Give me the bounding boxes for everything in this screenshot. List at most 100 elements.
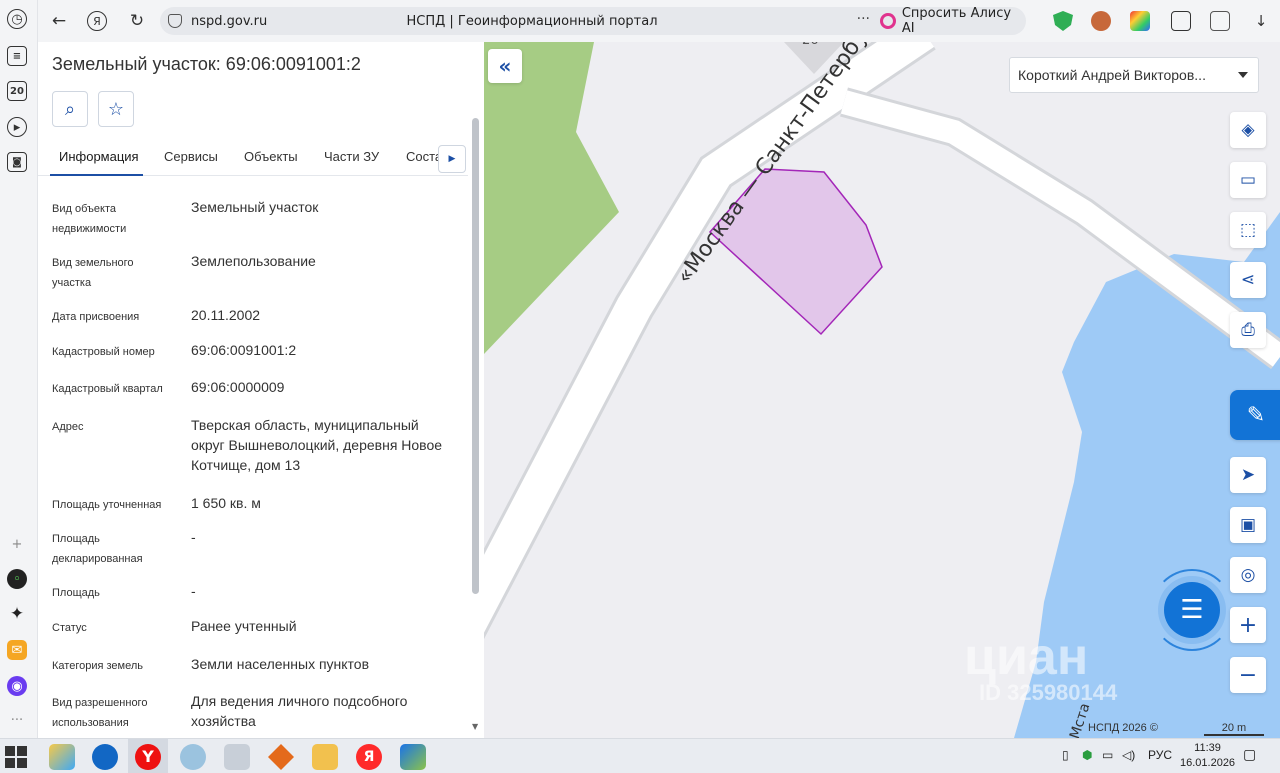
clock[interactable]: 11:39 16.01.2026	[1180, 741, 1235, 771]
field-label: Статус	[52, 622, 87, 634]
pdf-extension-icon[interactable]	[1210, 11, 1230, 31]
browser-sidebar: ◷ ≡ 20 ▸ ◙ + ◦ ✦ ✉ ◉ ···	[0, 0, 38, 738]
favorite-button[interactable]: ☆	[98, 91, 134, 127]
extension-colors-icon[interactable]	[1130, 11, 1150, 31]
map-scale: 20 m	[1204, 722, 1264, 736]
address-bar[interactable]: nspd.gov.ru НСПД | Геоинформационный пор…	[160, 7, 904, 35]
minimap-icon: ▣	[1239, 515, 1257, 535]
mail-app-icon[interactable]: ✉	[7, 640, 27, 660]
collapse-panel-button[interactable]: «	[488, 49, 522, 83]
select-area-button[interactable]: ⬚	[1230, 212, 1266, 248]
protect-shield-icon[interactable]	[1053, 11, 1073, 31]
puzzle-extension-icon[interactable]	[1171, 11, 1191, 31]
zoom-in-button[interactable]: +	[1230, 607, 1266, 643]
plus-icon: +	[1238, 612, 1258, 638]
minus-icon: −	[1238, 662, 1258, 688]
field-label: Адрес	[52, 421, 84, 433]
notifications-icon[interactable]: ▢	[1243, 746, 1256, 763]
explorer-app-icon[interactable]	[312, 744, 338, 770]
search-location-button[interactable]: ◎	[1230, 557, 1266, 593]
tab-composition[interactable]: Соста	[406, 149, 442, 164]
video-icon[interactable]: ▸	[7, 117, 27, 137]
yandex-browser-icon[interactable]: Y	[135, 744, 161, 770]
location-search-icon: ◎	[1240, 565, 1256, 585]
panel-tabs: Информация Сервисы Объекты Части ЗУ Сост…	[38, 144, 468, 176]
active-tab-indicator	[50, 174, 143, 176]
network-icon[interactable]: ▭	[1102, 748, 1113, 762]
panel-title: Земельный участок: 69:06:0091001:2	[52, 54, 361, 74]
volume-icon[interactable]: ◁)	[1122, 748, 1135, 762]
globe-app-icon[interactable]	[180, 744, 206, 770]
back-icon[interactable]: ←	[48, 10, 70, 32]
calendar-icon[interactable]: 20	[7, 81, 27, 101]
outlook-app-icon[interactable]	[92, 744, 118, 770]
game-app-icon[interactable]	[268, 744, 294, 770]
usb-icon[interactable]: ▯	[1062, 748, 1069, 762]
layers-icon: ◈	[1241, 120, 1255, 140]
watermark-id: ID 325980144	[979, 680, 1118, 705]
history-icon[interactable]: ◷	[7, 9, 27, 29]
minimap-button[interactable]: ▣	[1230, 507, 1266, 543]
defender-icon[interactable]: ⬢	[1082, 748, 1092, 762]
alice-app-icon[interactable]: ◦	[7, 569, 27, 589]
url-text[interactable]: nspd.gov.ru	[191, 14, 267, 29]
field-value: -	[191, 583, 196, 599]
search-object-button[interactable]: ⌕	[52, 91, 88, 127]
star-app-icon[interactable]: ✦	[7, 604, 27, 624]
ask-alice-button[interactable]: Спросить Алису AI	[870, 6, 1026, 36]
print-button[interactable]: ⎙	[1230, 312, 1266, 348]
screenshot-icon[interactable]: ◙	[7, 152, 27, 172]
field-label: Площадь	[52, 587, 100, 599]
files-app-icon[interactable]	[224, 744, 250, 770]
reload-icon[interactable]: ↻	[126, 10, 148, 32]
select-search-icon: ⬚	[1239, 220, 1257, 240]
scroll-down-icon[interactable]: ▼	[472, 722, 478, 731]
field-value: 69:06:0091001:2	[191, 342, 297, 358]
yandex-icon[interactable]: Я	[87, 11, 107, 31]
ruler-icon: ▭	[1239, 170, 1257, 190]
layers-button[interactable]: ◈	[1230, 112, 1266, 148]
field-label: Вид разрешенного использования	[52, 697, 148, 729]
extension-icon[interactable]	[1091, 11, 1111, 31]
chevron-down-icon	[1238, 72, 1248, 78]
panel-scrollbar[interactable]	[472, 118, 479, 594]
zoom-out-button[interactable]: −	[1230, 657, 1266, 693]
tab-info[interactable]: Информация	[59, 149, 139, 164]
measure-button[interactable]: ▭	[1230, 162, 1266, 198]
more-apps-icon[interactable]: ···	[7, 710, 27, 730]
store-app-icon[interactable]	[49, 744, 75, 770]
tab-services[interactable]: Сервисы	[164, 149, 218, 164]
chat-button[interactable]: ☰	[1164, 582, 1220, 638]
add-panel-icon[interactable]: +	[7, 534, 27, 554]
road-branch-fill	[840, 90, 1280, 367]
field-value: Землепользование	[191, 253, 316, 269]
clock-date: 16.01.2026	[1180, 757, 1236, 769]
field-label: Вид объекта недвижимости	[52, 203, 127, 235]
tab-objects[interactable]: Объекты	[244, 149, 298, 164]
downloads-icon[interactable]: ↓	[1250, 10, 1272, 32]
language-indicator[interactable]: РУС	[1148, 748, 1172, 762]
tabs-scroll-right-button[interactable]: ▶	[438, 145, 466, 173]
messenger-app-icon[interactable]: ◉	[7, 676, 27, 696]
field-value: 20.11.2002	[191, 307, 261, 323]
feedback-button[interactable]: ✎	[1230, 390, 1280, 440]
field-label: Дата присвоения	[52, 311, 140, 323]
tab-parts[interactable]: Части ЗУ	[324, 149, 379, 164]
map-view[interactable]: 26 «Москва — Санкт-Петербу Мста циан ID …	[484, 42, 1280, 738]
double-chevron-left-icon: «	[498, 54, 512, 78]
collections-icon[interactable]: ≡	[7, 46, 27, 66]
photos-app-icon[interactable]	[400, 744, 426, 770]
browser-toolbar: ← Я ↻ nspd.gov.ru НСПД | Геоинформационн…	[38, 0, 1280, 42]
yandex-app-icon[interactable]: Я	[356, 744, 382, 770]
field-value: 1 650 кв. м	[191, 495, 261, 511]
share-button[interactable]: ⋖	[1230, 262, 1266, 298]
security-shield-icon[interactable]	[168, 14, 182, 28]
user-dropdown[interactable]: Короткий Андрей Викторов...	[1009, 57, 1259, 93]
star-icon: ☆	[107, 98, 125, 120]
more-icon[interactable]: ···	[857, 11, 870, 27]
ask-alice-label: Спросить Алису AI	[901, 6, 1012, 36]
search-object-icon: ⌕	[64, 98, 76, 120]
windows-start-icon[interactable]	[5, 746, 27, 768]
geolocation-button[interactable]: ➤	[1230, 457, 1266, 493]
chevron-right-icon: ▶	[448, 154, 456, 164]
